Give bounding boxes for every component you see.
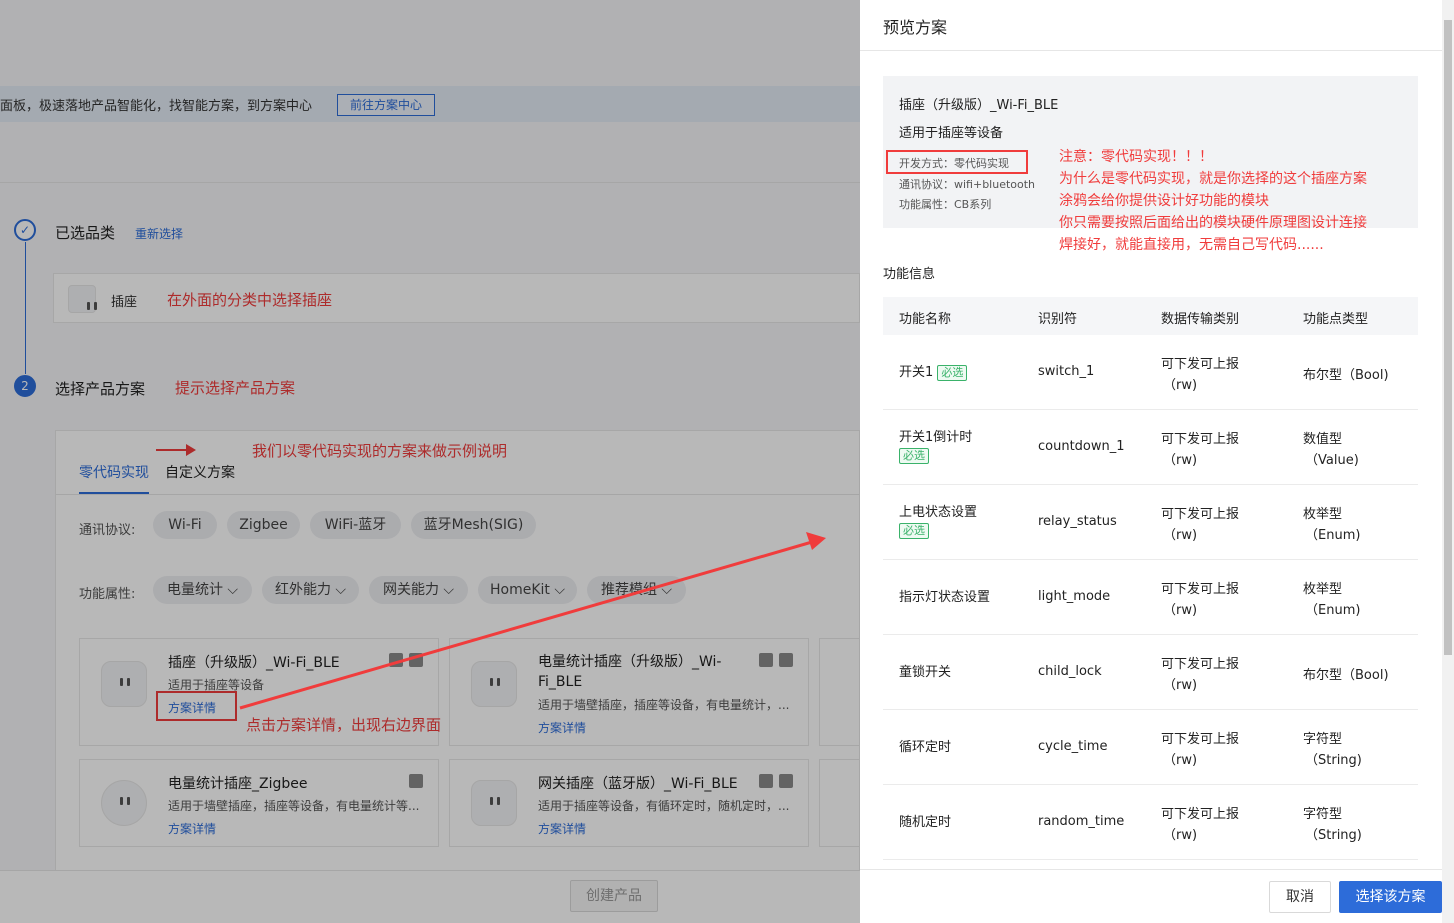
transfer-type: 可下发可上报 (1161, 357, 1240, 372)
point-type: 布尔型（Bool) (1303, 668, 1389, 683)
transfer-type-code: （rw) (1163, 453, 1198, 468)
drawer-header-divider (860, 50, 1442, 51)
identifier: child_lock (1038, 664, 1102, 679)
point-type-code: （Value) (1305, 453, 1359, 468)
row-divider (883, 859, 1418, 860)
scheme-desc: 适用于插座等设备 (899, 126, 1004, 141)
transfer-type: 可下发可上报 (1161, 432, 1240, 447)
identifier: light_mode (1038, 589, 1111, 604)
column-header: 功能名称 (899, 312, 952, 327)
function-name: 循环定时 (899, 740, 952, 755)
identifier: relay_status (1038, 514, 1117, 529)
function-name: 指示灯状态设置 (899, 590, 991, 605)
column-header: 数据传输类别 (1161, 312, 1240, 327)
column-header: 识别符 (1038, 312, 1078, 327)
attribute-info: 功能属性：CB系列 (899, 198, 992, 211)
function-name: 随机定时 (899, 815, 952, 830)
function-name-cell: 上电状态设置 必选 (899, 504, 977, 540)
drawer-title: 预览方案 (883, 18, 948, 37)
identifier: cycle_time (1038, 739, 1108, 754)
select-scheme-button[interactable]: 选择该方案 (1339, 881, 1442, 913)
function-name: 开关1倒计时 (899, 430, 973, 445)
point-type: 布尔型（Bool) (1303, 368, 1389, 383)
required-tag: 必选 (937, 365, 968, 381)
note-line: 为什么是零代码实现，就是你选择的这个插座方案 (1059, 171, 1367, 187)
function-name-cell: 开关1倒计时 必选 (899, 429, 972, 465)
function-name-cell: 循环定时 (899, 739, 951, 757)
transfer-type-code: （rw) (1163, 678, 1198, 693)
transfer-type-code: （rw) (1163, 753, 1198, 768)
transfer-type-code: （rw) (1163, 828, 1198, 843)
column-header: 功能点类型 (1303, 312, 1369, 327)
section-title: 功能信息 (883, 267, 936, 282)
transfer-type-code: （rw) (1163, 603, 1198, 618)
point-type-code: （String) (1305, 828, 1362, 843)
function-name-cell: 开关1 必选 (899, 364, 968, 382)
transfer-type: 可下发可上报 (1161, 507, 1240, 522)
note-line: 涂鸦会给你提供设计好功能的模块 (1059, 193, 1269, 209)
required-tag: 必选 (899, 523, 929, 539)
annotation-arrow (239, 532, 826, 710)
required-tag: 必选 (899, 448, 929, 464)
point-type-code: （Enum) (1305, 528, 1361, 543)
note-line: 注意：零代码实现！！！ (1059, 149, 1213, 165)
transfer-type-code: （rw) (1163, 378, 1198, 393)
point-type-code: （String) (1305, 753, 1362, 768)
identifier: random_time (1038, 814, 1125, 829)
transfer-type: 可下发可上报 (1161, 582, 1240, 597)
table-row (883, 710, 1418, 785)
cancel-button[interactable]: 取消 (1269, 881, 1331, 913)
transfer-type: 可下发可上报 (1161, 657, 1240, 672)
function-name-cell: 指示灯状态设置 (899, 589, 990, 607)
transfer-type-code: （rw) (1163, 528, 1198, 543)
function-name-cell: 随机定时 (899, 814, 951, 832)
function-name: 上电状态设置 (899, 505, 978, 520)
dev-mode: 开发方式：零代码实现 (899, 157, 1009, 170)
function-name: 童锁开关 (899, 665, 952, 680)
table-row (883, 785, 1418, 860)
scrollbar-thumb[interactable] (1444, 20, 1452, 655)
identifier: switch_1 (1038, 364, 1095, 379)
drawer-footer-divider (860, 869, 1442, 870)
point-type-code: （Enum) (1305, 603, 1361, 618)
point-type: 枚举型 (1303, 582, 1343, 597)
scheme-name: 插座（升级版）_Wi-Fi_BLE (899, 98, 1059, 113)
note-line: 你只需要按照后面给出的模块硬件原理图设计连接 (1059, 215, 1367, 231)
note-zero-code-explain: 注意：零代码实现！！！ 为什么是零代码实现，就是你选择的这个插座方案 涂鸦会给你… (1059, 146, 1367, 256)
protocol-info: 通讯协议：wifi+bluetooth (899, 178, 1036, 191)
function-name-cell: 童锁开关 (899, 664, 951, 682)
transfer-type: 可下发可上报 (1161, 732, 1240, 747)
note-line: 焊接好，就能直接用，无需自己写代码...... (1059, 237, 1324, 253)
point-type: 字符型 (1303, 807, 1343, 822)
point-type: 枚举型 (1303, 507, 1343, 522)
point-type: 数值型 (1303, 432, 1343, 447)
identifier: countdown_1 (1038, 439, 1125, 454)
function-name: 开关1 (899, 365, 934, 380)
point-type: 字符型 (1303, 732, 1343, 747)
transfer-type: 可下发可上报 (1161, 807, 1240, 822)
